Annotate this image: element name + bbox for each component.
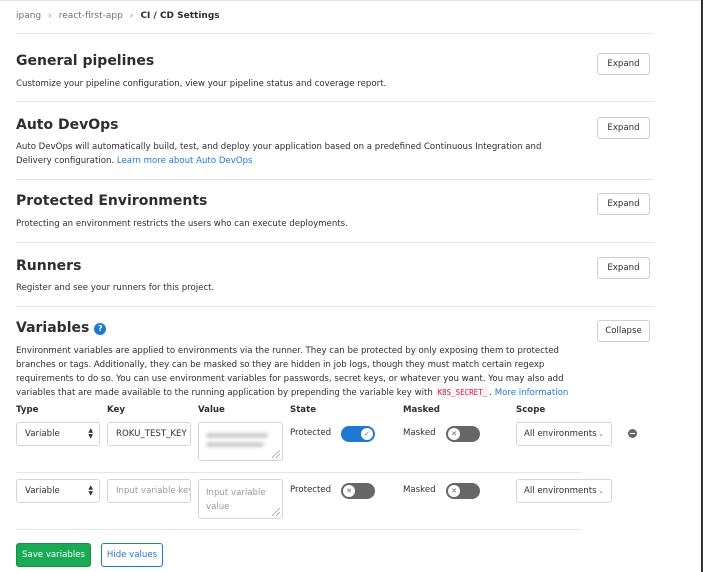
- expand-general-pipelines-button[interactable]: Expand: [597, 53, 650, 75]
- section-description-runners: Register and see your runners for this p…: [16, 283, 215, 293]
- column-header-state: State: [290, 405, 317, 415]
- checkmark-icon: ✓: [361, 428, 373, 440]
- chevron-right-icon: ›: [48, 11, 52, 21]
- variable-key-input[interactable]: ROKU_TEST_KEY: [107, 422, 191, 446]
- row-divider: [16, 472, 581, 473]
- k8s-secret-code: K8S_SECRET_: [435, 388, 490, 397]
- breadcrumb: ipang › react-first-app › CI / CD Settin…: [16, 11, 220, 21]
- section-title-general-pipelines: General pipelines: [16, 53, 155, 69]
- hide-values-button[interactable]: Hide values: [101, 543, 163, 567]
- protected-label: Protected: [290, 428, 332, 438]
- select-arrows-icon: ▲ ▼: [88, 427, 93, 440]
- section-title-runners: Runners: [16, 258, 82, 274]
- masked-toggle[interactable]: ✕: [446, 483, 480, 499]
- protected-toggle[interactable]: ✕: [341, 483, 375, 499]
- section-description-auto-devops: Auto DevOps will automatically build, te…: [16, 140, 576, 168]
- auto-devops-description-text: Auto DevOps will automatically build, te…: [16, 142, 542, 166]
- resize-handle-icon[interactable]: [272, 450, 280, 458]
- section-title-variables: Variables?: [16, 320, 107, 336]
- question-mark-icon[interactable]: ?: [94, 322, 107, 335]
- expand-runners-button[interactable]: Expand: [597, 257, 650, 279]
- save-variables-button[interactable]: Save variables: [16, 543, 91, 567]
- divider: [16, 242, 654, 243]
- section-title-auto-devops: Auto DevOps: [16, 117, 119, 133]
- select-arrows-icon: ▲ ▼: [88, 484, 93, 497]
- breadcrumb-item-group[interactable]: ipang: [16, 11, 41, 21]
- section-title-protected-environments: Protected Environments: [16, 193, 208, 209]
- environment-scope-value: All environments: [524, 486, 597, 496]
- divider: [16, 33, 654, 34]
- column-header-scope: Scope: [516, 405, 546, 415]
- top-border: [0, 0, 703, 1]
- collapse-variables-button[interactable]: Collapse: [597, 320, 650, 342]
- section-description-variables: Environment variables are applied to env…: [16, 346, 569, 398]
- close-icon: ✕: [448, 428, 460, 440]
- variable-key-placeholder: Input variable key: [116, 486, 191, 496]
- learn-more-auto-devops-link[interactable]: Learn more about Auto DevOps: [117, 156, 253, 166]
- divider: [16, 306, 654, 307]
- section-description-protected-environments: Protecting an environment restricts the …: [16, 219, 348, 229]
- column-header-key: Key: [107, 405, 125, 415]
- variable-type-value: Variable: [25, 486, 60, 496]
- breadcrumb-item-project[interactable]: react-first-app: [59, 11, 123, 21]
- row-divider: [16, 529, 581, 530]
- chevron-down-icon: ⌄: [598, 430, 604, 438]
- masked-value: [206, 429, 275, 450]
- divider: [16, 101, 654, 102]
- variable-value-textarea[interactable]: [198, 422, 283, 461]
- masked-toggle[interactable]: ✕: [446, 426, 480, 442]
- variable-type-select[interactable]: Variable ▲ ▼: [16, 479, 100, 503]
- chevron-right-icon: ›: [129, 11, 134, 21]
- variable-value-textarea[interactable]: Input variable value: [198, 479, 283, 519]
- chevron-down-icon: ⌄: [598, 487, 604, 495]
- column-header-masked: Masked: [403, 405, 440, 415]
- close-icon: ✕: [343, 485, 355, 497]
- variables-title-text: Variables: [16, 320, 90, 336]
- environment-scope-dropdown[interactable]: All environments ⌄: [516, 479, 612, 503]
- variable-type-select[interactable]: Variable ▲ ▼: [16, 422, 100, 446]
- variable-type-value: Variable: [25, 429, 60, 439]
- variable-key-input[interactable]: Input variable key: [107, 479, 191, 503]
- protected-toggle[interactable]: ✓: [341, 426, 375, 442]
- environment-scope-dropdown[interactable]: All environments ⌄: [516, 422, 612, 446]
- column-header-type: Type: [16, 405, 39, 415]
- resize-handle-icon[interactable]: [272, 508, 280, 516]
- variable-key-value: ROKU_TEST_KEY: [116, 429, 187, 439]
- environment-scope-value: All environments: [524, 429, 597, 439]
- remove-variable-icon[interactable]: [628, 429, 637, 438]
- masked-label: Masked: [403, 485, 436, 495]
- close-icon: ✕: [448, 485, 460, 497]
- divider: [16, 179, 654, 180]
- masked-label: Masked: [403, 428, 436, 438]
- section-description-general-pipelines: Customize your pipeline configuration, v…: [16, 79, 387, 89]
- breadcrumb-item-current[interactable]: CI / CD Settings: [140, 11, 219, 21]
- expand-protected-environments-button[interactable]: Expand: [597, 193, 650, 215]
- more-information-link[interactable]: More information: [495, 388, 569, 398]
- protected-label: Protected: [290, 485, 332, 495]
- variable-value-placeholder: Input variable value: [206, 488, 266, 512]
- expand-auto-devops-button[interactable]: Expand: [597, 117, 650, 139]
- column-header-value: Value: [198, 405, 225, 415]
